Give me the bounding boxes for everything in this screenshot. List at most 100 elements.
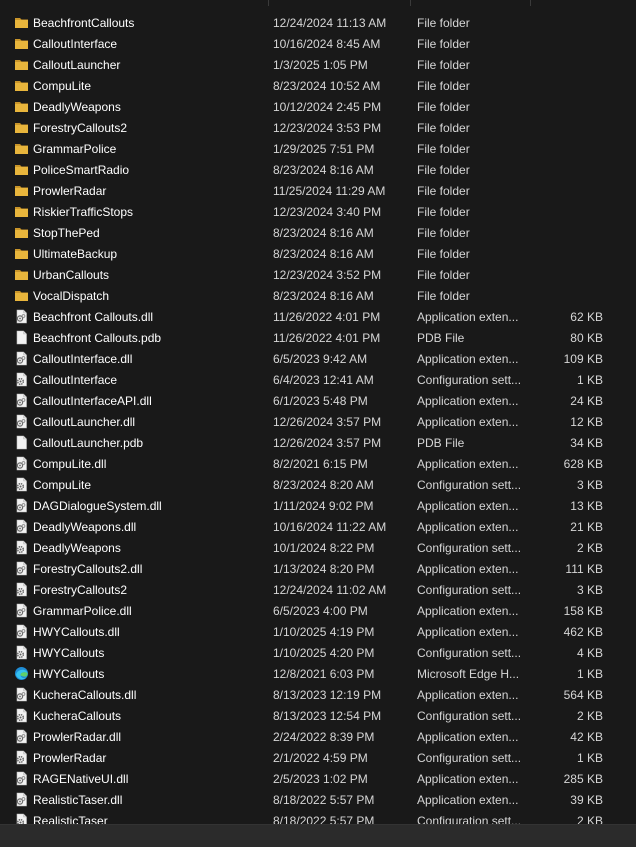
folder-row[interactable]: ForestryCallouts2 12/23/2024 3:53 PM File …	[0, 117, 636, 138]
file-row[interactable]: HWYCallouts 12/8/2021 6:03 PM Microsoft Ed…	[0, 663, 636, 684]
folder-icon	[14, 225, 29, 240]
file-row[interactable]: DeadlyWeapons.dll 10/16/2024 11:22 AM Appl…	[0, 516, 636, 537]
folder-row[interactable]: CalloutInterface 10/16/2024 8:45 AM File f…	[0, 33, 636, 54]
folder-row[interactable]: GrammarPolice 1/29/2025 7:51 PM File folde…	[0, 138, 636, 159]
config-icon	[14, 582, 29, 597]
file-size: 158 KB	[563, 604, 603, 618]
file-type: File folder	[417, 247, 470, 261]
file-row[interactable]: KucheraCallouts.dll 8/13/2023 12:19 PM App…	[0, 684, 636, 705]
file-row[interactable]: CalloutInterface.dll 6/5/2023 9:42 AM Appl…	[0, 348, 636, 369]
folder-row[interactable]: UrbanCallouts 12/23/2024 3:52 PM File fold…	[0, 264, 636, 285]
file-row[interactable]: RAGENativeUI.dll 2/5/2023 1:02 PM Applicat…	[0, 768, 636, 789]
file-date-modified: 1/3/2025 1:05 PM	[273, 58, 368, 72]
folder-icon	[14, 78, 29, 93]
file-date-modified: 8/23/2024 8:16 AM	[273, 247, 374, 261]
folder-row[interactable]: StopThePed 8/23/2024 8:16 AM File folder	[0, 222, 636, 243]
folder-row[interactable]: VocalDispatch 8/23/2024 8:16 AM File folde…	[0, 285, 636, 306]
folder-row[interactable]: DeadlyWeapons 10/12/2024 2:45 PM File fold…	[0, 96, 636, 117]
folder-row[interactable]: PoliceSmartRadio 8/23/2024 8:16 AM File fo…	[0, 159, 636, 180]
folder-icon	[14, 267, 29, 282]
file-type: Configuration sett...	[417, 583, 522, 597]
file-type: Application exten...	[417, 772, 519, 786]
column-divider-date[interactable]	[268, 0, 269, 6]
file-row[interactable]: CompuLite 8/23/2024 8:20 AM Configuration …	[0, 474, 636, 495]
folder-row[interactable]: BeachfrontCallouts 12/24/2024 11:13 AM Fil…	[0, 12, 636, 33]
file-date-modified: 12/24/2024 11:13 AM	[273, 16, 387, 30]
file-type: Application exten...	[417, 793, 519, 807]
dll-icon	[14, 687, 29, 702]
folder-icon	[14, 288, 29, 303]
file-date-modified: 1/29/2025 7:51 PM	[273, 142, 375, 156]
file-type: File folder	[417, 205, 470, 219]
file-row[interactable]: GrammarPolice.dll 6/5/2023 4:00 PM Applica…	[0, 600, 636, 621]
dll-icon	[14, 561, 29, 576]
folder-row[interactable]: CalloutLauncher 1/3/2025 1:05 PM File fold…	[0, 54, 636, 75]
file-row[interactable]: CalloutLauncher.pdb 12/26/2024 3:57 PM PDB…	[0, 432, 636, 453]
file-row[interactable]: DeadlyWeapons 10/1/2024 8:22 PM Configurat…	[0, 537, 636, 558]
file-row[interactable]: CalloutLauncher.dll 12/26/2024 3:57 PM App…	[0, 411, 636, 432]
file-date-modified: 6/1/2023 5:48 PM	[273, 394, 368, 408]
file-list[interactable]: BeachfrontCallouts 12/24/2024 11:13 AM Fil…	[0, 0, 636, 824]
file-size: 3 KB	[576, 583, 603, 597]
file-date-modified: 8/23/2024 8:16 AM	[273, 226, 374, 240]
file-type: PDB File	[417, 436, 465, 450]
file-size: 62 KB	[570, 310, 603, 324]
file-size: 21 KB	[570, 520, 603, 534]
dll-icon	[14, 624, 29, 639]
file-row[interactable]: ForestryCallouts2.dll 1/13/2024 8:20 PM Ap…	[0, 558, 636, 579]
config-icon	[14, 540, 29, 555]
file-name: ForestryCallouts2	[33, 583, 128, 597]
file-type: Application exten...	[417, 562, 519, 576]
column-divider-type[interactable]	[410, 0, 411, 6]
file-type: Application exten...	[417, 688, 519, 702]
dll-icon	[14, 603, 29, 618]
file-size: 462 KB	[563, 625, 603, 639]
folder-row[interactable]: ProwlerRadar 11/25/2024 11:29 AM File fold…	[0, 180, 636, 201]
blank-file-icon	[14, 435, 29, 450]
file-row[interactable]: ProwlerRadar.dll 2/24/2022 8:39 PM Applica…	[0, 726, 636, 747]
file-name: ProwlerRadar	[33, 751, 107, 765]
file-row[interactable]: Beachfront Callouts.pdb 11/26/2022 4:01 P…	[0, 327, 636, 348]
config-icon	[14, 372, 29, 387]
file-row[interactable]: HWYCallouts 1/10/2025 4:20 PM Configuratio…	[0, 642, 636, 663]
file-row[interactable]: DAGDialogueSystem.dll 1/11/2024 9:02 PM Ap…	[0, 495, 636, 516]
dll-icon	[14, 519, 29, 534]
file-row[interactable]: CompuLite.dll 8/2/2021 6:15 PM Application…	[0, 453, 636, 474]
file-row[interactable]: CalloutInterface 6/4/2023 12:41 AM Configu…	[0, 369, 636, 390]
file-row[interactable]: Beachfront Callouts.dll 11/26/2022 4:01 P…	[0, 306, 636, 327]
file-row[interactable]: RealisticTaser.dll 8/18/2022 5:57 PM Appli…	[0, 789, 636, 810]
dll-icon	[14, 309, 29, 324]
file-name: ProwlerRadar.dll	[33, 730, 122, 744]
config-icon	[14, 645, 29, 660]
file-name: CompuLite	[33, 79, 92, 93]
dll-icon	[14, 498, 29, 513]
file-type: File folder	[417, 37, 470, 51]
file-name: RiskierTrafficStops	[33, 205, 134, 219]
file-type: File folder	[417, 226, 470, 240]
file-row[interactable]: RealisticTaser 8/18/2022 5:57 PM Configura…	[0, 810, 636, 824]
file-name: CompuLite	[33, 478, 92, 492]
file-date-modified: 8/13/2023 12:19 PM	[273, 688, 382, 702]
file-row[interactable]: HWYCallouts.dll 1/10/2025 4:19 PM Applicat…	[0, 621, 636, 642]
file-name: PoliceSmartRadio	[33, 163, 130, 177]
file-date-modified: 11/26/2022 4:01 PM	[273, 310, 381, 324]
file-name: CalloutInterface.dll	[33, 352, 133, 366]
config-icon	[14, 813, 29, 824]
folder-row[interactable]: RiskierTrafficStops 12/23/2024 3:40 PM Fil…	[0, 201, 636, 222]
file-name: RealisticTaser.dll	[33, 793, 123, 807]
file-type: File folder	[417, 100, 470, 114]
file-date-modified: 2/24/2022 8:39 PM	[273, 730, 375, 744]
file-row[interactable]: ForestryCallouts2 12/24/2024 11:02 AM Conf…	[0, 579, 636, 600]
file-name: CalloutLauncher	[33, 58, 121, 72]
file-date-modified: 8/18/2022 5:57 PM	[273, 814, 375, 824]
column-divider-size[interactable]	[530, 0, 531, 6]
file-row[interactable]: KucheraCallouts 8/13/2023 12:54 PM Configu…	[0, 705, 636, 726]
file-name: ProwlerRadar	[33, 184, 107, 198]
dll-icon	[14, 729, 29, 744]
file-name: DeadlyWeapons.dll	[33, 520, 137, 534]
folder-row[interactable]: UltimateBackup 8/23/2024 8:16 AM File fold…	[0, 243, 636, 264]
file-row[interactable]: ProwlerRadar 2/1/2022 4:59 PM Configuratio…	[0, 747, 636, 768]
file-row[interactable]: CalloutInterfaceAPI.dll 6/1/2023 5:48 PM A…	[0, 390, 636, 411]
file-type: Microsoft Edge H...	[417, 667, 520, 681]
folder-row[interactable]: CompuLite 8/23/2024 10:52 AM File folder	[0, 75, 636, 96]
